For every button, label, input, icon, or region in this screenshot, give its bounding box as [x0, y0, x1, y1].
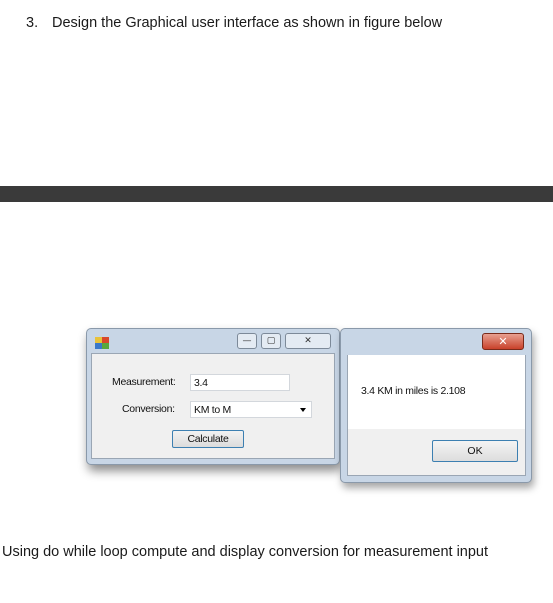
- dropdown-arrow-icon[interactable]: [300, 408, 306, 412]
- message-close-button[interactable]: ✕: [482, 333, 524, 350]
- conversion-select[interactable]: KM to M: [190, 401, 312, 418]
- close-icon: ✕: [498, 335, 508, 348]
- maximize-button[interactable]: ▢: [261, 333, 281, 349]
- minimize-icon: —: [242, 336, 252, 346]
- question-heading: 3. Design the Graphical user interface as…: [26, 15, 442, 31]
- conversion-label: Conversion:: [122, 403, 175, 415]
- question-number: 3.: [26, 15, 39, 31]
- question-text: Design the Graphical user interface as s…: [52, 15, 443, 31]
- minimize-button[interactable]: —: [237, 333, 257, 349]
- result-message: 3.4 KM in miles is 2.108: [361, 385, 466, 397]
- measurement-label: Measurement:: [112, 376, 176, 388]
- app-icon: [95, 337, 109, 349]
- close-icon: ✕: [304, 336, 312, 346]
- form-client-area: Measurement: 3.4 Conversion: KM to M Cal…: [91, 353, 335, 459]
- converter-window: — ▢ ✕ Measurement: 3.4 Conversion: KM to…: [86, 328, 340, 465]
- conversion-selected-value: KM to M: [194, 404, 231, 416]
- calculate-button[interactable]: Calculate: [172, 430, 244, 448]
- message-body: 3.4 KM in miles is 2.108: [347, 355, 526, 429]
- message-box: ✕ 3.4 KM in miles is 2.108 OK: [340, 328, 532, 483]
- maximize-icon: ▢: [266, 336, 276, 346]
- separator-bar: [0, 186, 553, 202]
- message-footer: OK: [347, 429, 526, 476]
- ok-button[interactable]: OK: [432, 440, 518, 462]
- task-instruction: Using do while loop compute and display …: [2, 544, 489, 560]
- close-button[interactable]: ✕: [285, 333, 331, 349]
- measurement-input[interactable]: 3.4: [190, 374, 290, 391]
